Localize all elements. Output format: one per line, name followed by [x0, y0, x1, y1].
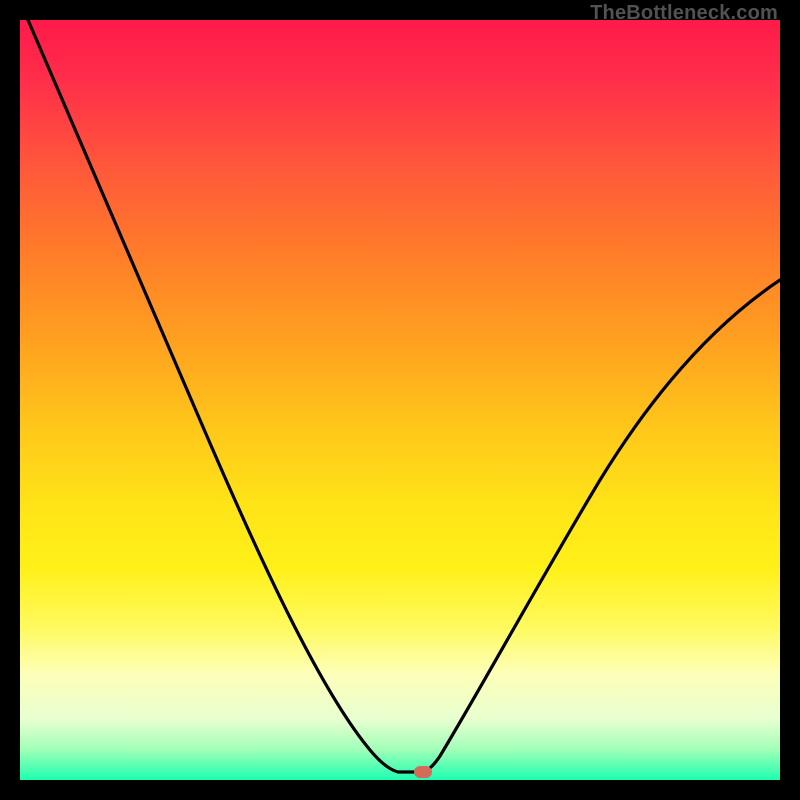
- curve-svg: [20, 20, 780, 780]
- chart-container: TheBottleneck.com: [0, 0, 800, 800]
- attribution-label: TheBottleneck.com: [590, 2, 778, 25]
- optimal-point-marker: [414, 766, 432, 778]
- bottleneck-curve-path: [28, 20, 780, 772]
